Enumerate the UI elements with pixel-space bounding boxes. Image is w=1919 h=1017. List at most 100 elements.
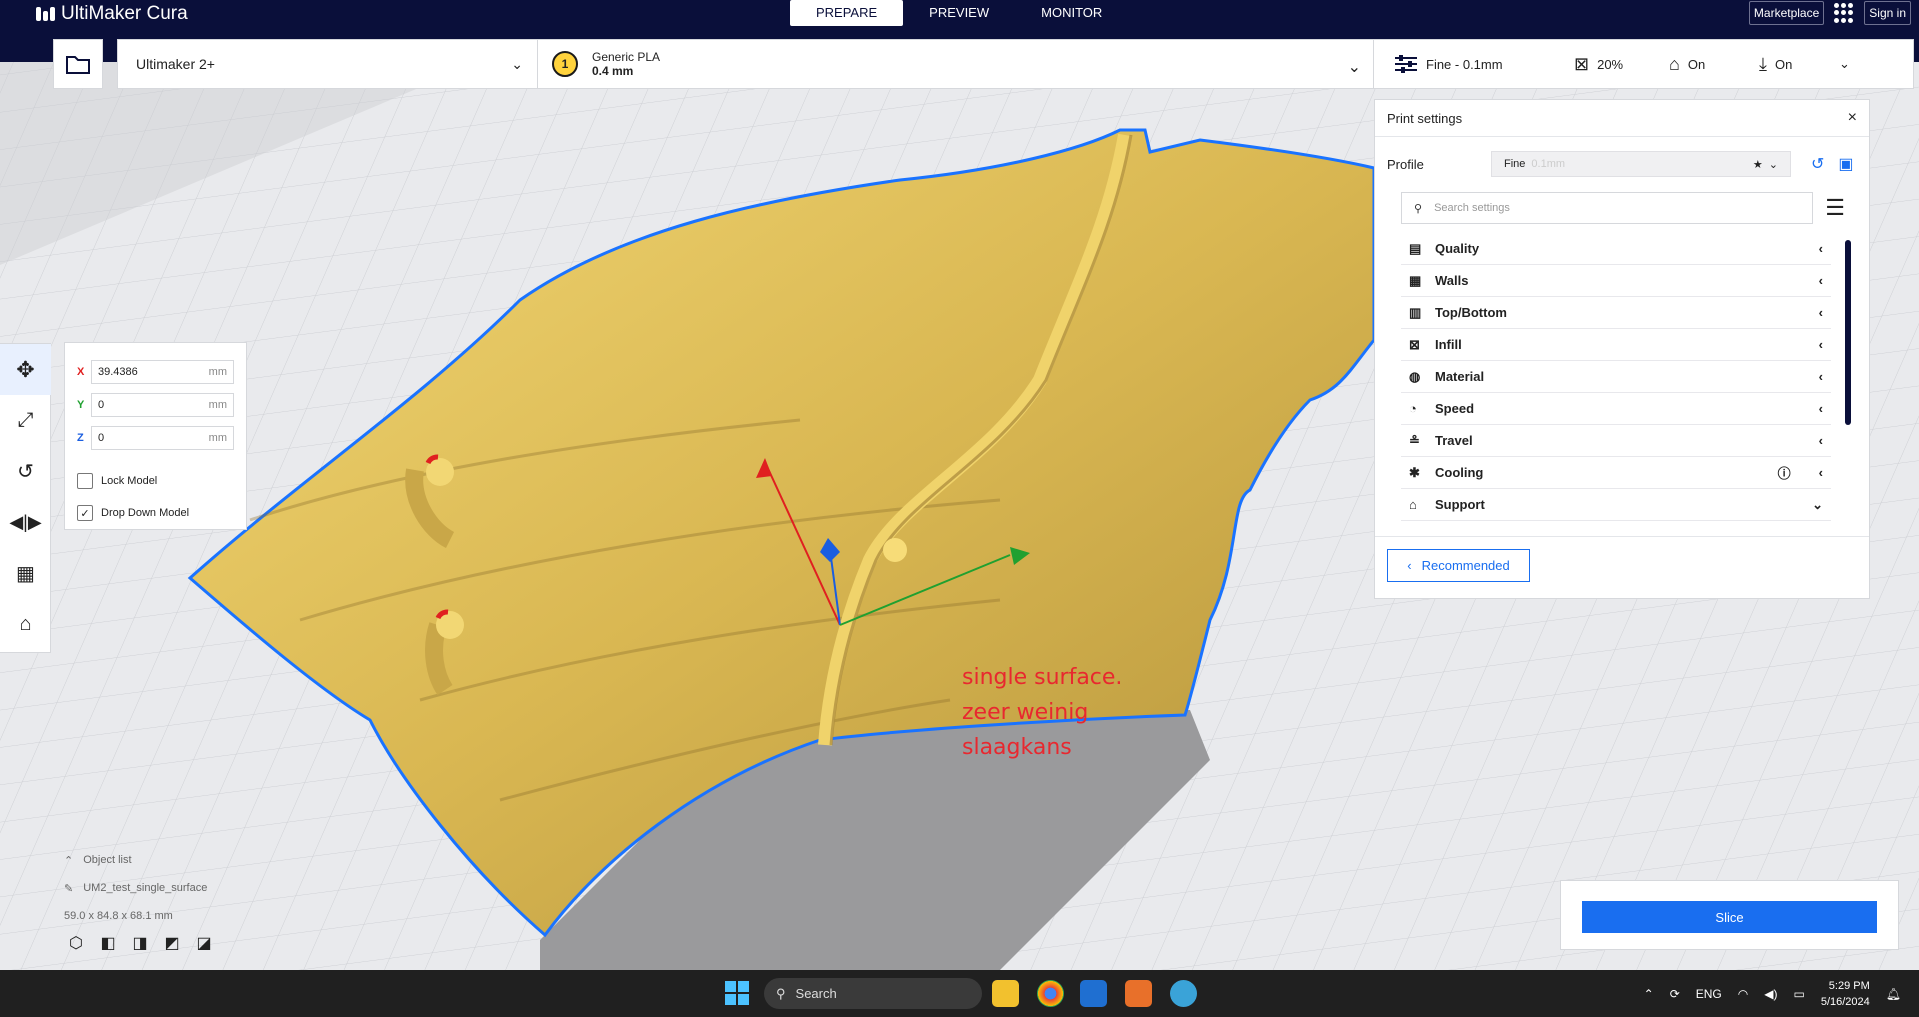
tab-monitor[interactable]: MONITOR [1015,0,1128,26]
category-cooling[interactable]: ✱ Cooling ⓘ ‹ [1401,457,1831,489]
chevron-down-icon: ⌄ [1347,59,1361,76]
object-name: UM2_test_single_surface [83,882,208,894]
save-icon[interactable]: ▣ [1838,154,1853,174]
slice-button[interactable]: Slice [1582,901,1877,933]
notification-bell-icon[interactable]: 🔔︎ [1886,987,1901,1001]
print-settings-summary[interactable]: Fine - 0.1mm ⊠ 20% ⌂ On ⤓ On ⌄ [1374,40,1913,88]
quality-icon: ▤ [1409,240,1422,256]
left-view-icon[interactable]: ◩ [162,933,182,953]
machine-selector[interactable]: Ultimaker 2+ ⌄ [118,40,538,88]
taskbar-search[interactable]: ⚲ Search [764,978,982,1009]
search-icon: ⚲ [1414,202,1423,215]
app-name: UltiMaker Cura [61,3,188,24]
object-list-item[interactable]: ✎ UM2_test_single_surface [64,874,207,902]
houdini-icon[interactable] [1125,980,1152,1007]
support-blocker-tool[interactable]: ⌂ [0,599,51,650]
x-input[interactable]: 39.4386 mm [91,359,234,384]
globe-app-icon[interactable] [1170,980,1197,1007]
move-tool[interactable]: ✥ [0,344,51,395]
object-dimensions: 59.0 x 84.8 x 68.1 mm [64,910,173,922]
support-icon: ⌂ [1409,497,1417,512]
category-support[interactable]: ⌂ Support ⌄ [1401,489,1831,521]
sync-icon[interactable]: ⟳ [1670,987,1680,1001]
menu-icon[interactable]: ☰ [1825,195,1845,221]
support-blocker-icon: ⌂ [19,613,32,635]
settings-categories: ▤ Quality ‹ ▦ Walls ‹ ▥ Top/Bottom ‹ ⊠ Infill ‹ … [1401,233,1831,521]
support-summary: ⌂ On [1669,54,1759,75]
chevron-up-icon[interactable]: ⌃ [1644,987,1654,1001]
y-input[interactable]: 0 mm [91,392,234,417]
object-list-toggle[interactable]: ⌃ Object list [64,846,207,874]
lock-model-option[interactable]: Lock Model [77,466,234,496]
material-icon: ◍ [1409,368,1421,384]
settings-scrollbar[interactable] [1845,240,1851,425]
language-indicator[interactable]: ENG [1696,987,1722,1001]
clock[interactable]: 5:29 PM 5/16/2024 [1821,978,1870,1010]
top-view-icon[interactable]: ◨ [130,933,150,953]
ultimaker-logo-icon [36,7,55,21]
rotate-tool[interactable]: ↺ [0,446,51,497]
adhesion-icon: ⤓ [1759,53,1767,74]
chevron-up-icon: ⌃ [64,854,74,867]
drop-down-model-checkbox[interactable]: ✓ [77,505,93,521]
front-view-icon[interactable]: ◧ [98,933,118,953]
tab-prepare[interactable]: PREPARE [790,0,904,26]
x-value: 39.4386 [98,365,138,378]
scale-tool[interactable]: ⤢ [0,395,51,446]
category-quality[interactable]: ▤ Quality ‹ [1401,233,1831,265]
object-list-title: Object list [83,854,132,866]
z-unit: mm [208,431,227,444]
wifi-icon[interactable]: ◠ [1738,987,1748,1001]
category-travel[interactable]: ≗ Travel ‹ [1401,425,1831,457]
profile-layer-height: 0.1mm [1531,158,1566,170]
category-infill[interactable]: ⊠ Infill ‹ [1401,329,1831,361]
open-file-button[interactable] [53,39,103,89]
z-coordinate: Z 0 mm [77,421,234,454]
taskbar-search-label: Search [795,986,837,1001]
app-logo: UltiMaker Cura [36,3,188,25]
red-annotation-text: single surface. zeer weinig slaagkans [962,660,1122,765]
settings-search-input[interactable]: ⚲ Search settings [1401,192,1814,224]
annotation-line-1: single surface. [962,665,1123,690]
per-model-settings-tool[interactable]: ▦ [0,548,51,599]
info-icon[interactable]: ⓘ [1778,463,1791,482]
recommended-button[interactable]: ‹ Recommended [1387,549,1530,582]
extruder-badge: 1 [552,51,578,77]
support-icon: ⌂ [1669,53,1680,74]
star-icon[interactable]: ★ [1753,158,1763,171]
3d-view-icon[interactable]: ⬡ [66,933,86,953]
close-icon[interactable]: × [1848,109,1857,127]
category-walls[interactable]: ▦ Walls ‹ [1401,265,1831,297]
z-input[interactable]: 0 mm [91,425,234,450]
cura-taskbar-icon[interactable] [1080,980,1107,1007]
marketplace-button[interactable]: Marketplace [1748,1,1825,25]
chevron-left-icon: ‹ [1818,433,1823,448]
windows-start-icon[interactable] [725,981,749,1005]
profile-dropdown[interactable]: Fine 0.1mm ★ ⌄ [1491,151,1791,177]
material-selector[interactable]: 1 Generic PLA 0.4 mm ⌄ [538,40,1374,88]
tab-preview[interactable]: PREVIEW [903,0,1015,26]
machine-name: Ultimaker 2+ [136,56,215,72]
move-icon: ✥ [16,356,35,382]
chevron-down-icon: ⌄ [511,55,523,72]
sign-in-button[interactable]: Sign in [1864,1,1911,25]
right-view-icon[interactable]: ◪ [194,933,214,953]
lock-model-checkbox[interactable] [77,473,93,489]
category-label: Infill [1435,337,1462,352]
file-explorer-icon[interactable] [992,980,1019,1007]
category-top-bottom[interactable]: ▥ Top/Bottom ‹ [1401,297,1831,329]
folder-icon [66,56,90,74]
apps-grid-icon[interactable] [1834,3,1854,23]
recommended-label: Recommended [1421,558,1510,573]
category-material[interactable]: ◍ Material ‹ [1401,361,1831,393]
volume-icon[interactable]: ◀) [1764,987,1777,1001]
adhesion-value: On [1774,56,1793,72]
drop-down-model-option[interactable]: ✓ Drop Down Model [77,498,234,528]
reset-icon[interactable]: ↺ [1811,154,1824,174]
move-panel: X 39.4386 mm Y 0 mm Z 0 mm Lock Model ✓ Dro… [64,342,247,530]
annotation-line-3: slaagkans [962,735,1072,760]
mirror-tool[interactable]: ◀|▶ [0,497,51,548]
battery-icon[interactable]: ▭ [1793,987,1804,1001]
category-speed[interactable]: ◔ Speed ‹ [1401,393,1831,425]
chrome-icon[interactable] [1037,980,1064,1007]
